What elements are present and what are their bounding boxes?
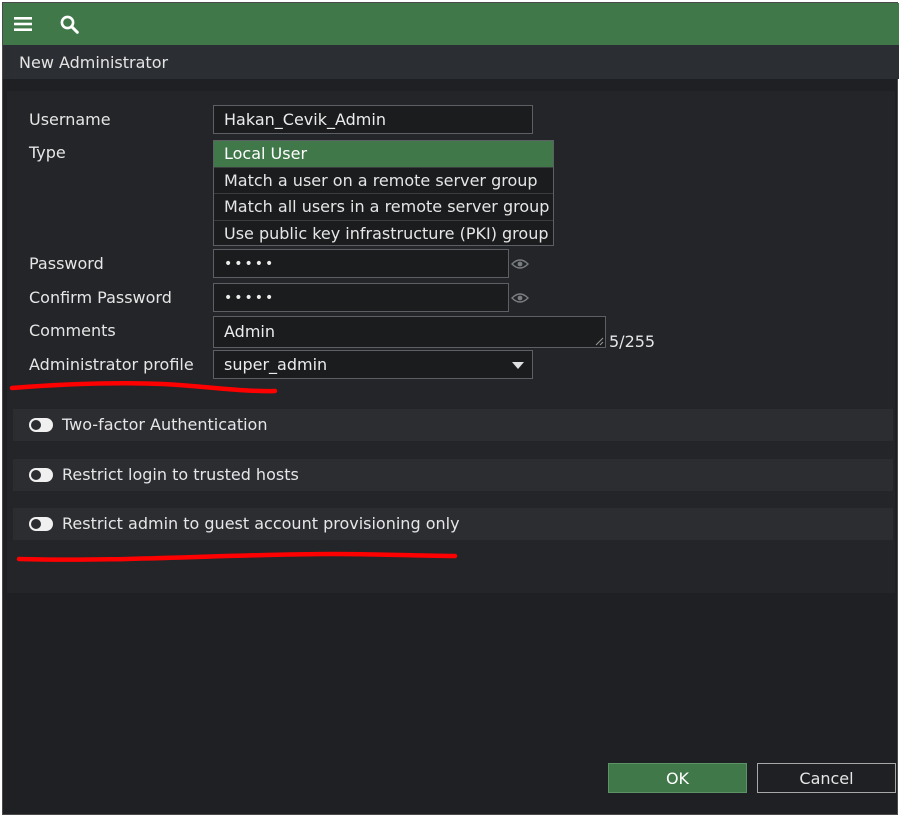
trusted-hosts-toggle[interactable] (29, 468, 53, 482)
confirm-password-label: Confirm Password (29, 288, 172, 307)
trusted-hosts-row: Restrict login to trusted hosts (13, 459, 893, 491)
administrator-profile-select[interactable]: super_admin (213, 350, 533, 379)
administrator-profile-label: Administrator profile (29, 355, 194, 374)
trusted-hosts-label: Restrict login to trusted hosts (62, 465, 299, 484)
show-confirm-password-eye-icon[interactable] (511, 292, 529, 304)
type-option-remote-user[interactable]: Match a user on a remote server group (214, 168, 553, 194)
comments-textarea[interactable]: Admin (213, 316, 606, 348)
cancel-button[interactable]: Cancel (757, 763, 896, 793)
password-label: Password (29, 254, 104, 273)
type-label: Type (29, 143, 66, 162)
password-field[interactable]: ••••• (213, 249, 509, 278)
dialog-title: New Administrator (19, 53, 169, 72)
type-option-local-user[interactable]: Local User (214, 141, 553, 168)
username-value: Hakan_Cevik_Admin (224, 110, 386, 129)
new-administrator-dialog: New Administrator Username Hakan_Cevik_A… (2, 2, 899, 815)
comments-char-counter: 5/255 (609, 332, 656, 351)
comments-value: Admin (224, 322, 275, 341)
two-factor-toggle[interactable] (29, 418, 53, 432)
guest-provisioning-label: Restrict admin to guest account provisio… (62, 514, 460, 533)
two-factor-label: Two-factor Authentication (62, 415, 268, 434)
password-value: ••••• (224, 255, 276, 272)
type-option-pki-group[interactable]: Use public key infrastructure (PKI) grou… (214, 221, 553, 248)
two-factor-row: Two-factor Authentication (13, 409, 893, 441)
chevron-down-icon (512, 362, 524, 369)
username-label: Username (29, 110, 111, 129)
menu-button[interactable] (9, 11, 37, 37)
username-field[interactable]: Hakan_Cevik_Admin (213, 105, 533, 134)
dialog-title-bar: New Administrator (3, 45, 899, 79)
guest-provisioning-row: Restrict admin to guest account provisio… (13, 508, 893, 540)
confirm-password-value: ••••• (224, 289, 276, 306)
type-option-list: Local User Match a user on a remote serv… (213, 140, 554, 246)
search-button[interactable] (55, 11, 83, 37)
confirm-password-field[interactable]: ••••• (213, 283, 509, 312)
resize-handle-icon[interactable] (595, 337, 604, 346)
guest-provisioning-toggle[interactable] (29, 517, 53, 531)
hamburger-menu-icon (14, 17, 32, 31)
comments-label: Comments (29, 321, 116, 340)
show-password-eye-icon[interactable] (511, 258, 529, 270)
administrator-profile-value: super_admin (224, 355, 328, 374)
ok-button[interactable]: OK (608, 763, 747, 793)
type-option-remote-group[interactable]: Match all users in a remote server group (214, 194, 553, 221)
search-icon (60, 15, 79, 34)
top-toolbar (3, 3, 899, 45)
